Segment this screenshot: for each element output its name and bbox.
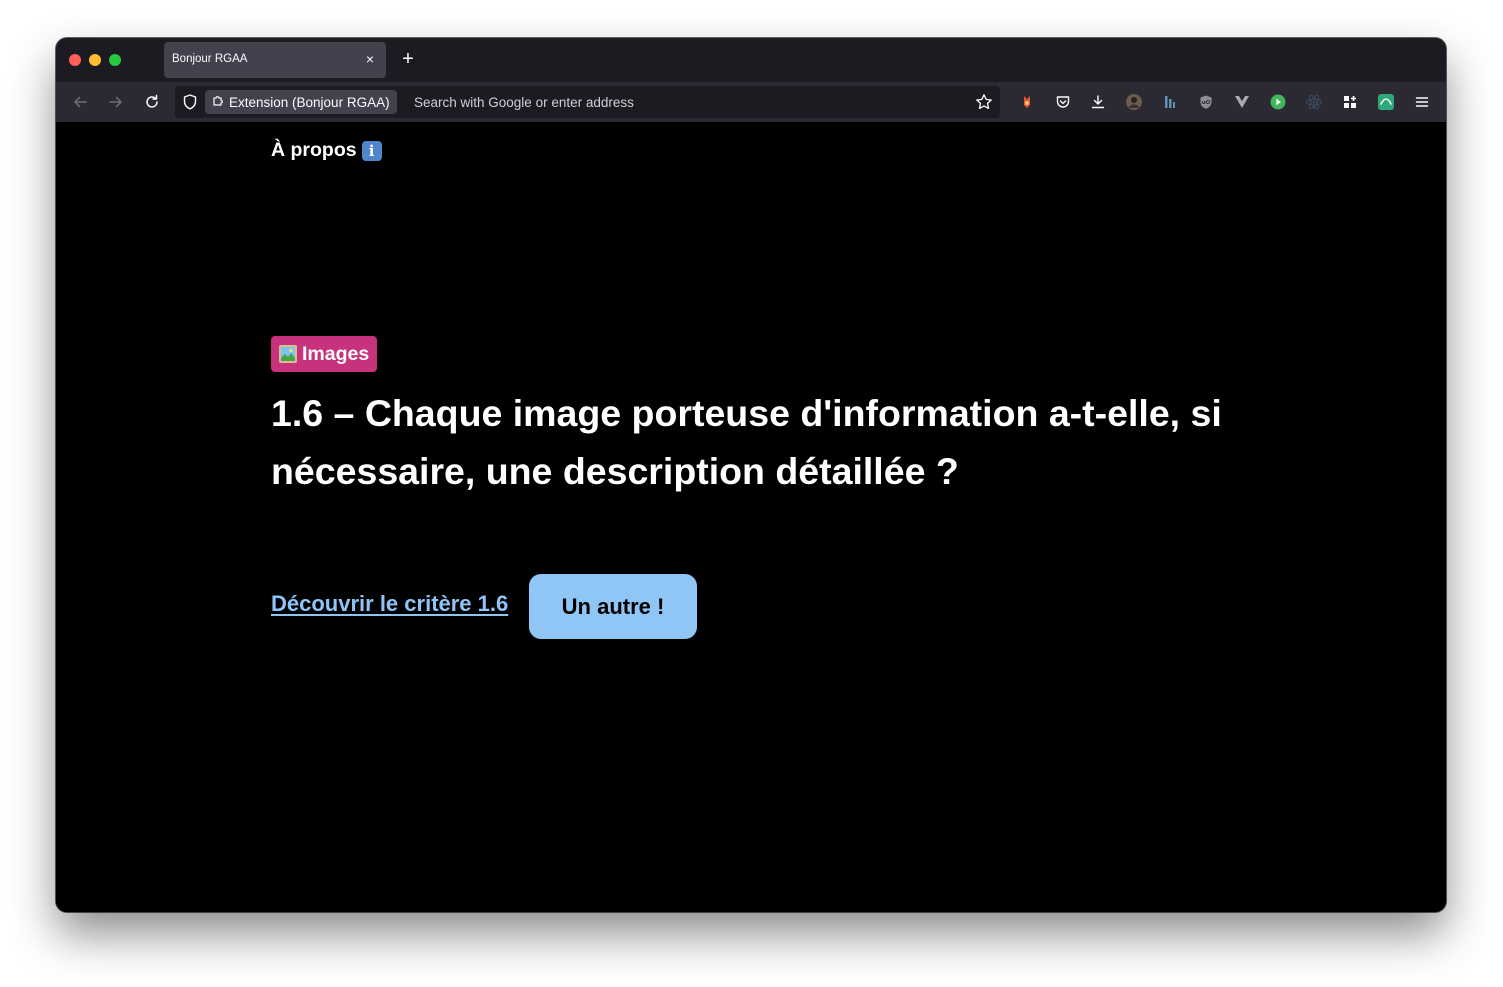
ublock-origin-icon[interactable]: uO — [1195, 91, 1217, 113]
vuejs-devtools-icon[interactable] — [1231, 91, 1253, 113]
tab-close-icon[interactable]: × — [363, 52, 377, 66]
star-icon[interactable] — [974, 92, 994, 112]
back-arrow-icon[interactable] — [69, 91, 91, 113]
fox-extension-icon[interactable] — [1016, 91, 1038, 113]
shield-icon[interactable] — [181, 93, 199, 111]
about-label: À propos — [271, 139, 357, 161]
navigation-toolbar: Extension (Bonjour RGAA) uO — [56, 82, 1446, 122]
site-identity-button[interactable]: Extension (Bonjour RGAA) — [205, 90, 397, 114]
green-extension-icon[interactable] — [1375, 91, 1397, 113]
download-icon[interactable] — [1087, 91, 1109, 113]
category-badge: Images — [271, 336, 378, 372]
tab-title: Bonjour RGAA — [172, 53, 248, 65]
tab-strip: Bonjour RGAA × + — [56, 38, 1446, 82]
page-content: À propos i Images 1.6 – Chaque image por… — [56, 122, 1446, 912]
grid-extension-icon[interactable] — [1339, 91, 1361, 113]
new-tab-button[interactable]: + — [398, 49, 418, 69]
browser-window: Bonjour RGAA × + Extension (Bonjour RGAA… — [56, 38, 1446, 912]
tab-bonjour-rgaa[interactable]: Bonjour RGAA × — [164, 42, 386, 78]
category-label: Images — [302, 342, 370, 365]
url-bar[interactable]: Extension (Bonjour RGAA) — [175, 86, 1000, 118]
criterion-title: 1.6 – Chaque image porteuse d'informatio… — [271, 392, 1222, 492]
svg-text:uO: uO — [1202, 100, 1211, 106]
framed-picture-icon — [278, 344, 298, 364]
forward-arrow-icon[interactable] — [105, 91, 127, 113]
window-minimize-button[interactable] — [89, 54, 101, 66]
menu-icon[interactable] — [1411, 91, 1433, 113]
profile-avatar-icon[interactable] — [1123, 91, 1145, 113]
about-link[interactable]: À propos i — [271, 139, 382, 162]
discover-criterion-link[interactable]: Découvrir le critère 1.6 — [271, 591, 508, 617]
bars-extension-icon[interactable] — [1159, 91, 1181, 113]
window-close-button[interactable] — [69, 54, 81, 66]
address-input[interactable] — [414, 90, 954, 114]
pocket-icon[interactable] — [1052, 91, 1074, 113]
site-identity-label: Extension (Bonjour RGAA) — [229, 94, 390, 110]
another-criterion-button[interactable]: Un autre ! — [529, 574, 697, 639]
info-icon: i — [361, 140, 382, 161]
puzzle-icon — [211, 93, 225, 112]
window-maximize-button[interactable] — [109, 54, 121, 66]
play-extension-icon[interactable] — [1267, 91, 1289, 113]
react-devtools-icon[interactable] — [1303, 91, 1325, 113]
reload-icon[interactable] — [141, 91, 163, 113]
